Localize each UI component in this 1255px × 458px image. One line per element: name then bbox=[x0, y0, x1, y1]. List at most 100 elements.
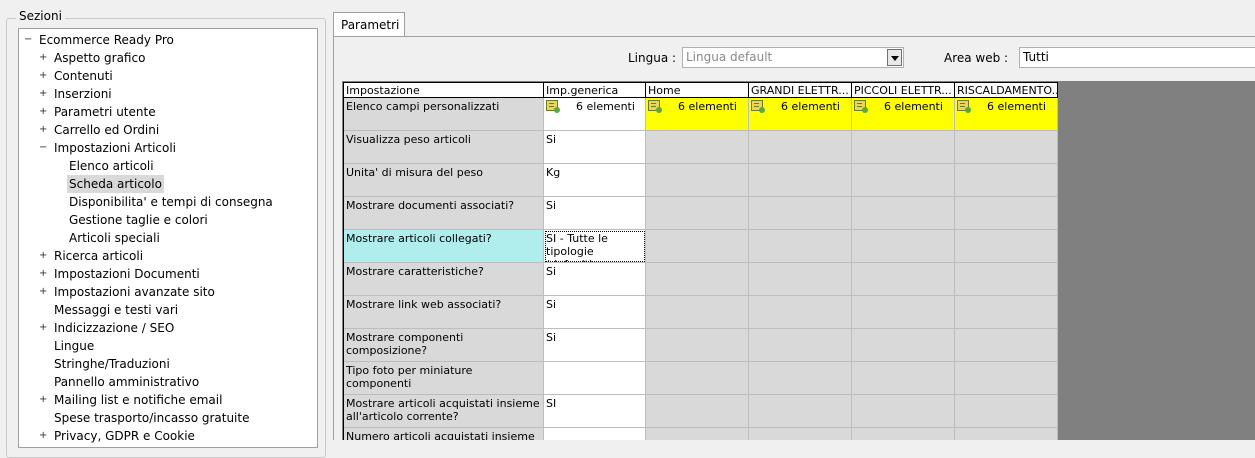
tree-item[interactable]: + Aspetto grafico bbox=[19, 49, 317, 67]
area-value[interactable] bbox=[955, 362, 1058, 395]
tree-item[interactable]: Lingue bbox=[19, 337, 317, 355]
area-value[interactable] bbox=[749, 329, 852, 362]
area-web-field[interactable]: Tutti bbox=[1019, 47, 1255, 68]
area-value[interactable] bbox=[955, 164, 1058, 197]
area-value[interactable] bbox=[749, 197, 852, 230]
tree-item[interactable]: Gestione taglie e colori bbox=[19, 211, 317, 229]
tree-item[interactable]: + Carrello ed Ordini bbox=[19, 121, 317, 139]
area-value[interactable] bbox=[646, 362, 749, 395]
area-value[interactable] bbox=[749, 428, 852, 440]
area-value[interactable] bbox=[955, 395, 1058, 428]
area-value[interactable] bbox=[852, 329, 955, 362]
area-value[interactable] bbox=[749, 263, 852, 296]
area-value[interactable] bbox=[646, 329, 749, 362]
setting-value[interactable]: SI bbox=[544, 395, 646, 428]
area-value[interactable] bbox=[852, 164, 955, 197]
tree-item[interactable]: Pannello amministrativo bbox=[19, 373, 317, 391]
area-value[interactable] bbox=[749, 131, 852, 164]
column-header[interactable]: Imp.generica bbox=[544, 83, 646, 98]
setting-value[interactable]: 6 elementi bbox=[544, 98, 646, 131]
column-header[interactable]: GRANDI ELETTR... bbox=[749, 83, 852, 98]
area-value[interactable] bbox=[955, 296, 1058, 329]
setting-value[interactable]: Si bbox=[544, 329, 646, 362]
setting-value[interactable]: Si bbox=[544, 296, 646, 329]
area-value[interactable] bbox=[852, 131, 955, 164]
expand-icon[interactable]: + bbox=[39, 251, 47, 261]
tree-item[interactable]: + Indicizzazione / SEO bbox=[19, 319, 317, 337]
tree-item[interactable]: + Impostazioni avanzate sito bbox=[19, 283, 317, 301]
expand-icon[interactable]: + bbox=[39, 107, 47, 117]
expand-icon[interactable]: + bbox=[39, 269, 47, 279]
column-header[interactable]: Home bbox=[646, 83, 749, 98]
setting-value[interactable]: Kg bbox=[544, 164, 646, 197]
area-value[interactable] bbox=[955, 230, 1058, 263]
expand-icon[interactable]: + bbox=[39, 395, 47, 405]
area-value[interactable] bbox=[646, 263, 749, 296]
area-value[interactable] bbox=[646, 131, 749, 164]
expand-icon[interactable]: + bbox=[39, 431, 47, 441]
area-value[interactable]: 6 elementi bbox=[955, 98, 1058, 131]
setting-label[interactable]: Mostrare articoli collegati? bbox=[344, 230, 544, 263]
expand-icon[interactable]: + bbox=[39, 89, 47, 99]
area-value[interactable] bbox=[646, 164, 749, 197]
column-header[interactable]: RISCALDAMENTO... bbox=[955, 83, 1058, 98]
column-header[interactable]: Impostazione bbox=[344, 83, 544, 98]
area-value[interactable] bbox=[646, 428, 749, 440]
area-value[interactable] bbox=[955, 428, 1058, 440]
setting-value[interactable]: Si bbox=[544, 131, 646, 164]
tree-item[interactable]: Messaggi e testi vari bbox=[19, 301, 317, 319]
tree-item[interactable]: + Privacy, GDPR e Cookie bbox=[19, 427, 317, 445]
tree-item[interactable]: + Inserzioni bbox=[19, 85, 317, 103]
area-value[interactable] bbox=[955, 263, 1058, 296]
expand-icon[interactable]: + bbox=[39, 71, 47, 81]
sezioni-tree[interactable]: − Ecommerce Ready Pro + Aspetto grafico + Con… bbox=[18, 28, 318, 448]
area-value[interactable] bbox=[646, 395, 749, 428]
area-value[interactable] bbox=[749, 362, 852, 395]
tree-item[interactable]: + Ricerca articoli bbox=[19, 247, 317, 265]
tree-item[interactable]: − Ecommerce Ready Pro bbox=[19, 31, 317, 49]
area-value[interactable] bbox=[955, 197, 1058, 230]
setting-value[interactable] bbox=[544, 428, 646, 440]
setting-label[interactable]: Elenco campi personalizzati bbox=[344, 98, 544, 131]
tree-item[interactable]: Scheda articolo bbox=[19, 175, 317, 193]
area-value[interactable] bbox=[955, 329, 1058, 362]
tree-item[interactable]: + Contenuti bbox=[19, 67, 317, 85]
setting-value[interactable]: Si bbox=[544, 197, 646, 230]
tab-parametri[interactable]: Parametri bbox=[333, 12, 405, 36]
area-value[interactable] bbox=[852, 428, 955, 440]
area-value[interactable] bbox=[852, 263, 955, 296]
tree-item[interactable]: Articoli speciali bbox=[19, 229, 317, 247]
setting-label[interactable]: Unita' di misura del peso bbox=[344, 164, 544, 197]
setting-label[interactable]: Mostrare componenti composizione? bbox=[344, 329, 544, 362]
area-value[interactable] bbox=[749, 395, 852, 428]
collapse-icon[interactable]: − bbox=[39, 143, 47, 153]
area-value[interactable] bbox=[852, 197, 955, 230]
tree-item[interactable]: − Impostazioni Articoli bbox=[19, 139, 317, 157]
area-value[interactable] bbox=[646, 197, 749, 230]
setting-label[interactable]: Mostrare articoli acquistati insieme all… bbox=[344, 395, 544, 428]
setting-label[interactable]: Mostrare link web associati? bbox=[344, 296, 544, 329]
lingua-select[interactable]: Lingua default bbox=[682, 47, 904, 68]
setting-label[interactable]: Visualizza peso articoli bbox=[344, 131, 544, 164]
area-value[interactable] bbox=[749, 296, 852, 329]
area-value[interactable]: 6 elementi bbox=[646, 98, 749, 131]
tree-item[interactable]: + Parametri utente bbox=[19, 103, 317, 121]
area-value[interactable]: 6 elementi bbox=[852, 98, 955, 131]
setting-label[interactable]: Mostrare documenti associati? bbox=[344, 197, 544, 230]
setting-value[interactable]: Si bbox=[544, 263, 646, 296]
tree-item[interactable]: Spese trasporto/incasso gratuite bbox=[19, 409, 317, 427]
chevron-down-icon[interactable] bbox=[887, 49, 902, 66]
setting-label[interactable]: Tipo foto per miniature componenti bbox=[344, 362, 544, 395]
area-value[interactable] bbox=[852, 362, 955, 395]
tree-item[interactable]: + Impostazioni Documenti bbox=[19, 265, 317, 283]
tree-item[interactable]: + Mailing list e notifiche email bbox=[19, 391, 317, 409]
area-value[interactable]: 6 elementi bbox=[749, 98, 852, 131]
tree-item[interactable]: Elenco articoli bbox=[19, 157, 317, 175]
area-value[interactable] bbox=[852, 230, 955, 263]
area-value[interactable] bbox=[749, 230, 852, 263]
expand-icon[interactable]: + bbox=[39, 53, 47, 63]
tree-item[interactable]: Stringhe/Traduzioni bbox=[19, 355, 317, 373]
area-value[interactable] bbox=[955, 131, 1058, 164]
area-value[interactable] bbox=[749, 164, 852, 197]
area-value[interactable] bbox=[646, 296, 749, 329]
